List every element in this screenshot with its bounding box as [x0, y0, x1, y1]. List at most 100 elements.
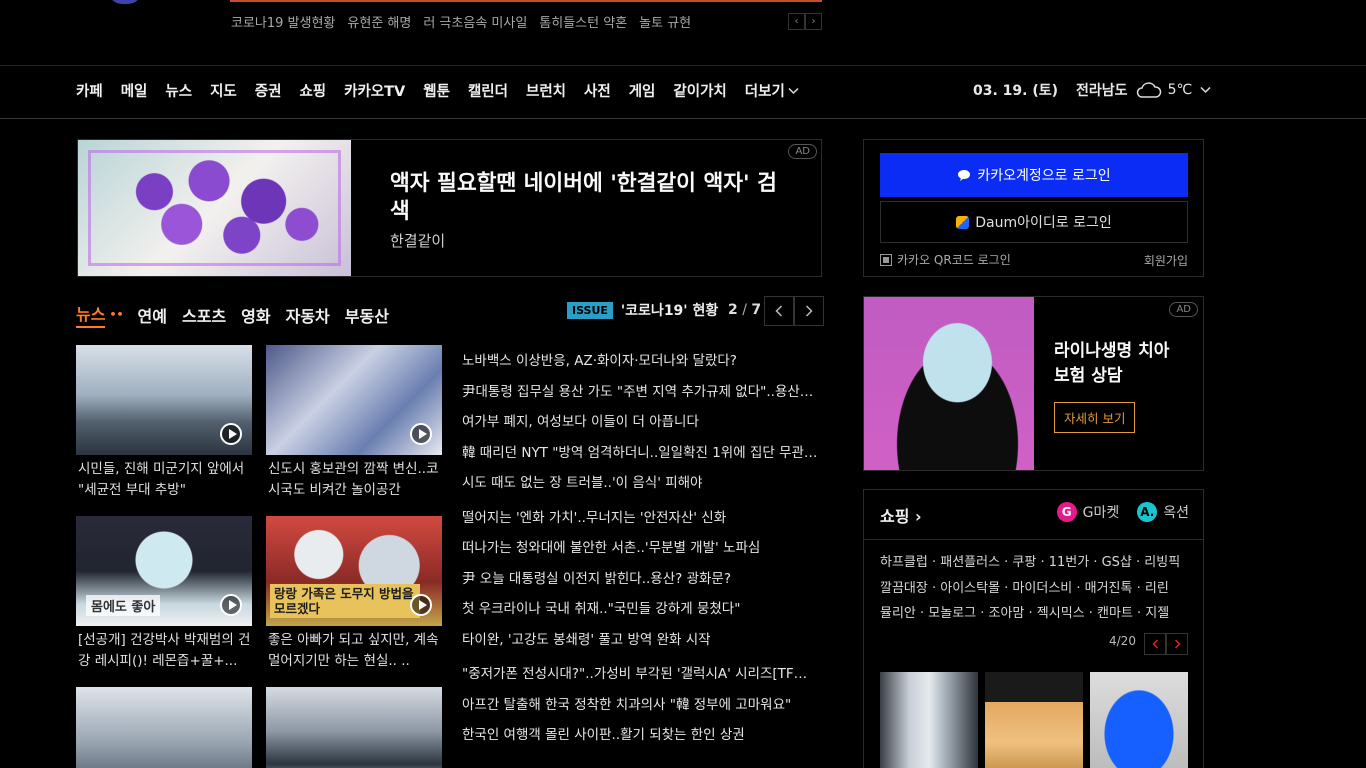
headline-link[interactable]: "중저가폰 전성시대?"..가성비 부각된 '갤럭시A' 시리즈[TF초점] [462, 663, 818, 694]
tab-sports[interactable]: 스포츠 [182, 303, 226, 327]
nav-item-dictionary[interactable]: 사전 [584, 80, 611, 101]
shopping-mall-row[interactable]: 하프클럽 · 패션플러스 · 쿠팡 · 11번가 · GS샵 · 리빙픽 [880, 550, 1190, 576]
nav-item-news[interactable]: 뉴스 [165, 80, 192, 101]
news-thumb-image: 랑랑 가족은 도무지 방법을 모르겠다 [266, 516, 442, 626]
ad-title: 라이나생명 치아보험 상담 [1054, 341, 1170, 386]
headline-link[interactable]: 떨어지는 '엔화 가치'..무너지는 '안전자산' 신화 [462, 507, 818, 538]
headline-list: 노바백스 이상반응, AZ·화이자·모더나와 달랐다? 尹대통령 집무실 용산 … [462, 350, 818, 755]
tab-news[interactable]: 뉴스 [76, 301, 106, 328]
news-thumb-card[interactable] [266, 687, 442, 768]
search-input[interactable] [230, 0, 822, 2]
nav-more-button[interactable]: 더보기 [745, 80, 799, 101]
tab-dots: •• [109, 308, 124, 321]
tab-movie[interactable]: 영화 [241, 303, 270, 327]
nav-item-stock[interactable]: 증권 [255, 80, 282, 101]
ad-side-banner[interactable]: 라이나생명 치아보험 상담 자세히 보기 AD [863, 296, 1204, 471]
tab-car[interactable]: 자동차 [286, 303, 330, 327]
qr-code-icon [880, 253, 892, 266]
nav-item-mail[interactable]: 메일 [121, 80, 148, 101]
daum-logo-icon [956, 215, 970, 229]
nav-item-game[interactable]: 게임 [629, 80, 656, 101]
news-thumb-caption: 신도시 홍보관의 깜짝 변신..코시국도 비켜간 놀이공간 [268, 461, 439, 498]
nav-item-shopping[interactable]: 쇼핑 [299, 80, 326, 101]
nav-item-cafe[interactable]: 카페 [76, 80, 103, 101]
cloud-icon [1136, 82, 1161, 98]
nav-item-calendar[interactable]: 캘린더 [468, 80, 508, 101]
date-label: 03. 19. (토) [973, 83, 1059, 99]
shopping-prev-button[interactable] [1144, 633, 1166, 655]
divider [864, 539, 1203, 540]
shopping-next-button[interactable] [1166, 633, 1188, 655]
headline-link[interactable]: 한국인 여행객 몰린 사이판..활기 되찾는 한인 상권 [462, 724, 818, 755]
nav-item-together[interactable]: 같이가치 [673, 80, 726, 101]
chevron-down-icon[interactable] [1200, 86, 1211, 94]
news-thumb-image: 몸에도 좋아 [76, 516, 252, 626]
trending-keyword[interactable]: 톰히들스턴 약혼 [539, 12, 627, 31]
issue-pagination: 2 / 7 [728, 302, 761, 318]
tab-realestate[interactable]: 부동산 [345, 303, 389, 327]
keyword-pager: ‹ › [788, 13, 822, 30]
daum-login-button[interactable]: Daum아이디로 로그인 [880, 201, 1188, 243]
nav-item-kakaotv[interactable]: 카카오TV [344, 80, 405, 101]
nav-item-webtoon[interactable]: 웹툰 [423, 80, 450, 101]
trending-keyword[interactable]: 유현준 해명 [347, 12, 411, 31]
news-thumb-card[interactable]: 신도시 홍보관의 깜짝 변신..코시국도 비켜간 놀이공간 [266, 345, 442, 503]
issue-link[interactable]: ISSUE '코로나19' 현황 [567, 300, 718, 320]
chevron-left-icon [775, 305, 783, 317]
gmarket-link[interactable]: G마켓 [1083, 502, 1120, 522]
tab-entertainment[interactable]: 연예 [138, 303, 167, 327]
ad-banner[interactable]: 액자 필요할땐 네이버에 '한결같이 액자' 검색 한결같이 AD [77, 139, 822, 277]
issue-prev-button[interactable] [764, 296, 794, 326]
weather-widget[interactable]: 03. 19. (토) 전라남도 5℃ [973, 80, 1211, 100]
trending-keyword[interactable]: 러 극초음속 미사일 [423, 12, 527, 31]
headline-link[interactable]: 떠나가는 청와대에 불안한 서촌..'무분별 개발' 노파심 [462, 537, 818, 568]
shopping-mall-row[interactable]: 깔끔대장 · 아이스탁몰 · 마이더스비 · 매거진톡 · 리린 [880, 576, 1190, 602]
keyword-next-button[interactable]: › [805, 13, 822, 30]
nav-item-brunch[interactable]: 브런치 [526, 80, 566, 101]
region-label: 전라남도 [1076, 83, 1128, 99]
trending-keyword[interactable]: 코로나19 발생현황 [231, 12, 335, 31]
shopping-product-image[interactable] [880, 672, 978, 768]
daum-prefix: Daum [975, 215, 1018, 231]
shopping-brands: G G마켓 A. 옥션 [1056, 502, 1189, 522]
news-thumb-card[interactable]: 시민들, 진해 미군기지 앞에서 "세균전 부대 추방" [76, 345, 252, 503]
headline-link[interactable]: 여가부 폐지, 여성보다 이들이 더 아픕니다 [462, 411, 818, 442]
headline-link[interactable]: 尹 오늘 대통령실 이전지 밝힌다..용산? 광화문? [462, 568, 818, 599]
shopping-title[interactable]: 쇼핑 › [880, 503, 922, 527]
news-tabs: 뉴스 •• 연예 스포츠 영화 자동차 부동산 [76, 301, 404, 328]
news-thumb-card[interactable]: 몸에도 좋아 [선공개] 건강박사 박재범의 건강 레시피()! 레몬즙+꿀+.… [76, 516, 252, 674]
nav-more-label: 더보기 [744, 84, 785, 100]
divider [0, 118, 1366, 119]
nav-item-map[interactable]: 지도 [210, 80, 237, 101]
keyword-prev-button[interactable]: ‹ [788, 13, 805, 30]
shopping-box: 쇼핑 › G G마켓 A. 옥션 하프클럽 · 패션플러스 · 쿠팡 · 11번… [863, 489, 1204, 768]
headline-link[interactable]: 아프간 탈출해 한국 정착한 치과의사 "韓 정부에 고마워요" [462, 694, 818, 725]
kakao-login-label: 카카오계정으로 로그인 [977, 168, 1111, 184]
daum-logo[interactable] [108, 0, 142, 4]
headline-link[interactable]: 노바백스 이상반응, AZ·화이자·모더나와 달랐다? [462, 350, 818, 381]
issue-badge: ISSUE [567, 301, 613, 319]
headline-link[interactable]: 타이완, '고강도 봉쇄령' 풀고 방역 완화 시작 [462, 629, 818, 660]
daum-login-label: Daum아이디로 로그인 [975, 212, 1112, 232]
shopping-product-image[interactable] [985, 672, 1083, 768]
gmarket-icon: G [1056, 502, 1077, 522]
news-thumb-card[interactable]: 랑랑 가족은 도무지 방법을 모르겠다 좋은 아빠가 되고 싶지만, 계속 멀어… [266, 516, 442, 674]
qr-login-link[interactable]: 카카오 QR코드 로그인 [880, 251, 1011, 268]
headline-link[interactable]: 첫 우크라이나 국내 취재.."국민들 강하게 뭉쳤다" [462, 598, 818, 629]
ad-cta-button[interactable]: 자세히 보기 [1054, 402, 1136, 433]
auction-link[interactable]: 옥션 [1163, 502, 1189, 522]
play-icon [220, 423, 242, 445]
headline-link[interactable]: 시도 때도 없는 장 트러블..'이 음식' 피해야 [462, 472, 818, 503]
headline-link[interactable]: 尹대통령 집무실 용산 가도 "주변 지역 추가규제 없다"..용산은? [462, 381, 818, 412]
shopping-mall-row[interactable]: 뮬리안 · 모놀로그 · 조아맘 · 젝시믹스 · 캔마트 · 지젤 [880, 601, 1190, 627]
shopping-pager [1144, 633, 1188, 655]
news-thumb-card[interactable] [76, 687, 252, 768]
trending-keyword[interactable]: 놀토 규현 [639, 12, 691, 31]
headline-link[interactable]: 韓 때리던 NYT "방역 엄격하더니..일일확진 1위에 집단 무관심" [462, 442, 818, 473]
news-thumb-image [76, 345, 252, 455]
signup-link[interactable]: 회원가입 [1144, 252, 1188, 269]
shopping-product-image[interactable] [1090, 672, 1188, 768]
ad-badge: AD [1169, 302, 1198, 317]
kakao-login-button[interactable]: 카카오계정으로 로그인 [880, 153, 1188, 197]
issue-next-button[interactable] [794, 296, 824, 326]
